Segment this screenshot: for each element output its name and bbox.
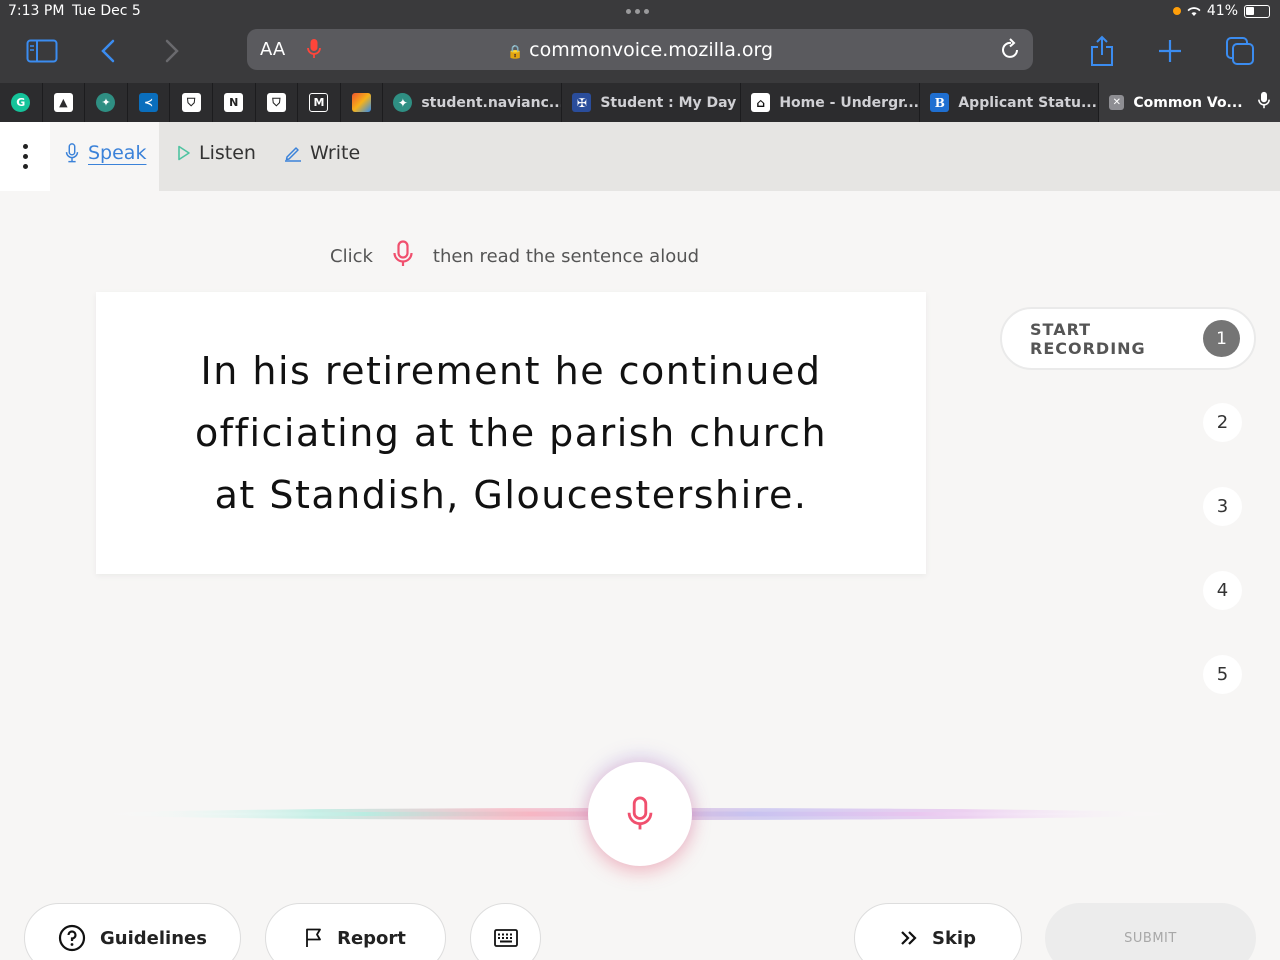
- step-badge-5: 5: [1203, 655, 1242, 694]
- wifi-icon: [1187, 6, 1201, 16]
- forward-icon[interactable]: [160, 34, 184, 68]
- school-crest-icon: ✠: [572, 93, 592, 112]
- grammarly-icon: G: [11, 93, 31, 112]
- skip-label: Skip: [932, 927, 976, 949]
- tab-speak[interactable]: Speak: [64, 142, 146, 164]
- shield-icon: ⛉: [181, 93, 201, 112]
- pinned-tab[interactable]: ✦: [85, 83, 128, 122]
- record-button[interactable]: [588, 762, 692, 866]
- tab-listen[interactable]: Listen: [177, 142, 256, 164]
- tab-applicant-status[interactable]: B Applicant Statu...: [920, 83, 1100, 122]
- play-icon: [178, 145, 190, 161]
- back-icon[interactable]: [96, 34, 120, 68]
- report-button[interactable]: Report: [265, 903, 446, 960]
- tab-home-undergrad[interactable]: ⌂ Home - Undergr...: [741, 83, 921, 122]
- pinned-tab[interactable]: ⛉: [170, 83, 213, 122]
- sidebar-toggle-icon[interactable]: [24, 34, 60, 68]
- report-label: Report: [337, 927, 406, 949]
- graduation-cap-icon: ▲: [53, 93, 73, 112]
- tab-label: Student : My Day: [600, 94, 737, 111]
- browser-toolbar: AA 🔒 commonvoice.mozilla.org: [0, 24, 1280, 83]
- tab-write[interactable]: Write: [284, 142, 360, 164]
- b-icon: B: [930, 93, 950, 112]
- url-text: commonvoice.mozilla.org: [529, 39, 774, 61]
- tab-my-day[interactable]: ✠ Student : My Day: [562, 83, 742, 122]
- pinned-tab[interactable]: [341, 83, 384, 122]
- instruction-click-text: Click: [330, 246, 373, 267]
- url-field[interactable]: 🔒 commonvoice.mozilla.org: [247, 39, 1033, 61]
- pinned-tab[interactable]: G: [0, 83, 43, 122]
- tab-speak-label: Speak: [88, 142, 147, 164]
- colorful-icon: [352, 93, 372, 112]
- instruction: Click then read the sentence aloud: [330, 240, 699, 273]
- tab-write-label: Write: [310, 142, 361, 164]
- new-tab-icon[interactable]: [1156, 34, 1184, 68]
- step-badge-1: 1: [1203, 320, 1240, 357]
- sentence-card: In his retirement he continued officiati…: [96, 292, 926, 574]
- tab-label: Applicant Statu...: [958, 94, 1097, 111]
- tab-common-voice[interactable]: ✕ Common Vo...: [1099, 83, 1280, 122]
- app-icon: ≺: [139, 93, 159, 112]
- double-chevron-right-icon: [901, 931, 917, 945]
- tab-label: Home - Undergr...: [779, 94, 919, 111]
- status-time: 7:13 PM: [8, 3, 65, 19]
- instruction-read-text: then read the sentence aloud: [432, 246, 700, 267]
- step-badge-3: 3: [1203, 487, 1242, 526]
- flag-icon: [306, 928, 321, 947]
- help-circle-icon: [58, 924, 86, 952]
- start-recording-pill[interactable]: START RECORDING 1: [1000, 307, 1256, 370]
- tab-naviance[interactable]: ✦ student.navianc...: [383, 83, 563, 122]
- shield-icon: ⛉: [266, 93, 286, 112]
- battery-percent: 41%: [1206, 3, 1238, 19]
- more-menu-icon[interactable]: [0, 122, 50, 191]
- pinned-tab[interactable]: M: [298, 83, 341, 122]
- sentence-text: In his retirement he continued officiati…: [194, 349, 828, 517]
- start-recording-label: START RECORDING: [1030, 319, 1146, 358]
- address-bar[interactable]: AA 🔒 commonvoice.mozilla.org: [247, 29, 1033, 70]
- pinned-tab[interactable]: N: [213, 83, 256, 122]
- multitasking-dots-icon[interactable]: [626, 9, 649, 14]
- close-icon[interactable]: ✕: [1109, 95, 1125, 110]
- pinned-tab[interactable]: ≺: [128, 83, 171, 122]
- submit-button[interactable]: SUBMIT: [1045, 903, 1256, 960]
- mic-in-use-indicator-icon: [1172, 7, 1181, 15]
- battery-icon: [1244, 4, 1270, 18]
- guidelines-label: Guidelines: [100, 927, 207, 949]
- status-indicators: 41%: [1172, 3, 1270, 19]
- tab-label: Common Vo...: [1133, 94, 1243, 111]
- tabs-overview-icon[interactable]: [1224, 34, 1256, 68]
- home-icon: ⌂: [751, 93, 771, 112]
- status-date: Tue Dec 5: [72, 3, 141, 19]
- naviance-icon: ✦: [393, 93, 413, 112]
- tab-bar: G ▲ ✦ ≺ ⛉ N ⛉ M ✦ student.navianc... ✠ Stu…: [0, 83, 1280, 122]
- contribute-nav: Speak Listen Write: [0, 122, 1280, 191]
- step-badge-4: 4: [1203, 571, 1242, 610]
- share-icon[interactable]: [1088, 34, 1116, 68]
- pinned-tab[interactable]: ⛉: [256, 83, 299, 122]
- tab-label: student.navianc...: [421, 94, 563, 111]
- keyboard-icon: [493, 929, 518, 947]
- keyboard-shortcuts-button[interactable]: [470, 903, 541, 960]
- tab-listen-label: Listen: [199, 142, 256, 164]
- notion-icon: N: [224, 93, 244, 112]
- status-bar: 7:13 PM Tue Dec 5 41%: [0, 0, 1280, 24]
- mic-icon: [65, 143, 79, 163]
- step-badge-2: 2: [1203, 403, 1242, 442]
- pinned-tab[interactable]: ▲: [43, 83, 86, 122]
- mic-icon: [1258, 91, 1270, 114]
- mic-icon: [627, 796, 653, 830]
- guidelines-button[interactable]: Guidelines: [24, 903, 241, 960]
- mic-icon: [393, 240, 413, 273]
- skip-button[interactable]: Skip: [854, 903, 1022, 960]
- m-icon: M: [309, 93, 329, 112]
- reload-icon[interactable]: [1001, 38, 1021, 64]
- pencil-icon: [285, 147, 301, 162]
- lock-icon: 🔒: [506, 45, 524, 60]
- naviance-icon: ✦: [96, 93, 116, 112]
